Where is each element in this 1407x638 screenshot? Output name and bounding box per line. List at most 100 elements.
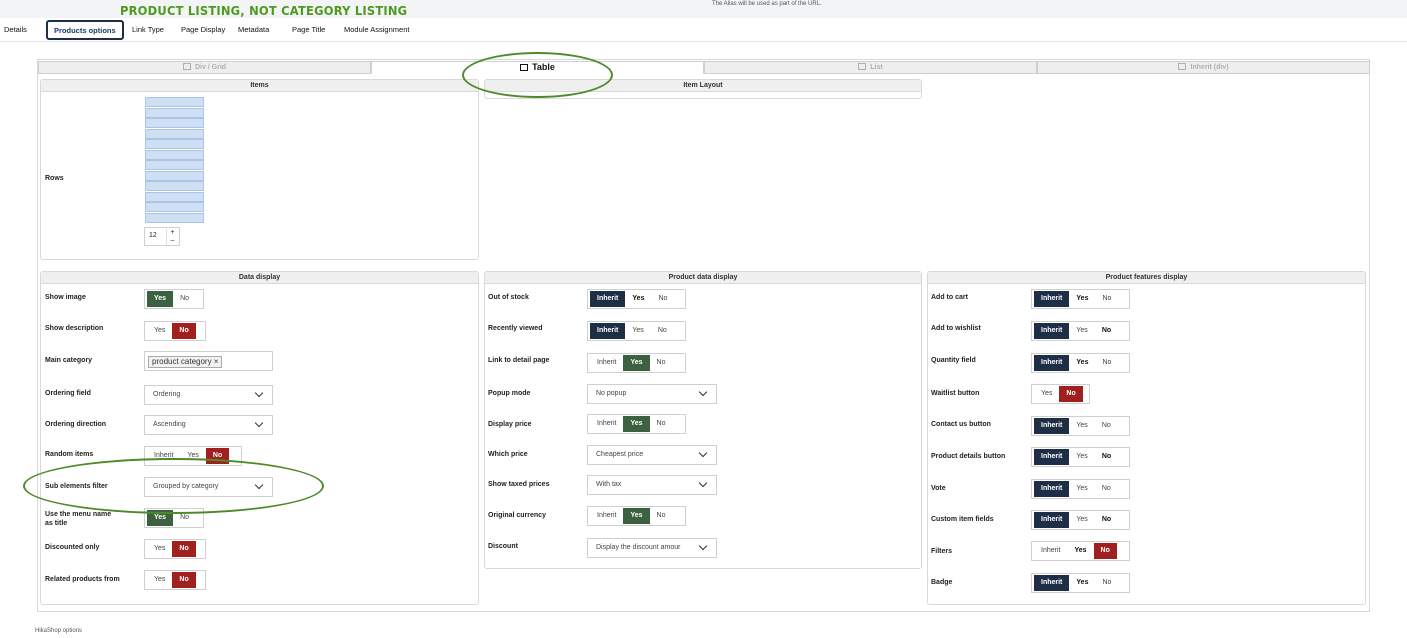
rows-value[interactable]: 12 (149, 232, 157, 239)
which-price-value: Cheapest price (596, 451, 644, 458)
tab-page-display[interactable]: Page Display (181, 25, 225, 34)
grid-row[interactable] (145, 139, 204, 149)
grid-row[interactable] (145, 97, 204, 107)
grid-row[interactable] (145, 107, 204, 118)
yes-option[interactable]: Yes (1034, 386, 1059, 402)
yes-option[interactable]: Yes (623, 416, 650, 432)
no-option[interactable]: No (172, 323, 196, 339)
tab-metadata[interactable]: Metadata (238, 25, 269, 34)
yes-option[interactable]: Yes (625, 323, 650, 339)
no-option[interactable]: No (172, 572, 196, 588)
decrement-button[interactable]: – (166, 237, 178, 245)
no-option[interactable]: No (173, 291, 196, 307)
no-option[interactable]: No (1095, 418, 1118, 434)
yes-option[interactable]: Yes (1069, 575, 1095, 591)
yes-option[interactable]: Yes (625, 291, 651, 307)
no-option[interactable]: No (651, 291, 674, 307)
no-option[interactable]: No (172, 541, 196, 557)
yes-option[interactable]: Yes (1069, 512, 1094, 528)
rows-grid-selector[interactable] (145, 97, 204, 223)
layout-tab-list[interactable]: List (704, 61, 1037, 74)
grid-row[interactable] (145, 170, 204, 181)
inherit-option[interactable]: Inherit (590, 355, 623, 371)
no-option[interactable]: No (1095, 512, 1118, 528)
grid-row[interactable] (145, 118, 204, 128)
inherit-option[interactable]: Inherit (590, 291, 626, 307)
yes-option[interactable]: Yes (1069, 449, 1094, 465)
yes-option[interactable]: Yes (1069, 355, 1095, 371)
no-option[interactable]: No (1095, 355, 1118, 371)
no-option[interactable]: No (1095, 291, 1118, 307)
inherit-option[interactable]: Inherit (1034, 543, 1067, 559)
rows-stepper[interactable]: 12 + – (144, 227, 180, 246)
yes-option[interactable]: Yes (623, 508, 650, 524)
no-option[interactable]: No (651, 323, 674, 339)
yes-option[interactable]: Yes (147, 541, 172, 557)
layout-tab-inherit[interactable]: Inherit (div) (1037, 61, 1370, 74)
grid-row[interactable] (145, 128, 204, 139)
discount-select[interactable]: Display the discount amour (587, 538, 717, 558)
yes-option[interactable]: Yes (147, 291, 174, 307)
yes-option[interactable]: Yes (1067, 543, 1093, 559)
yes-option[interactable]: Yes (1069, 481, 1094, 497)
grid-row[interactable] (145, 212, 204, 223)
yes-option[interactable]: Yes (147, 323, 172, 339)
no-option[interactable]: No (650, 508, 673, 524)
ordering-field-select[interactable]: Ordering (144, 385, 273, 405)
yes-option[interactable]: Yes (1069, 418, 1094, 434)
quantity-field-label: Quantity field (931, 357, 976, 364)
inherit-option[interactable]: Inherit (1034, 291, 1070, 307)
popup-mode-select[interactable]: No popup (587, 384, 717, 404)
no-option[interactable]: No (1095, 449, 1118, 465)
inherit-option[interactable]: Inherit (590, 416, 623, 432)
add-to-cart-label: Add to cart (931, 294, 968, 301)
layout-tab-label: List (870, 64, 883, 71)
footer-note: HikaShop options (35, 628, 83, 634)
show-description-label: Show description (45, 325, 104, 332)
tab-link-type[interactable]: Link Type (132, 25, 164, 34)
no-option[interactable]: No (650, 416, 673, 432)
grid-row[interactable] (145, 202, 204, 212)
grid-row[interactable] (145, 149, 204, 160)
show-image-toggle: Yes No (144, 289, 204, 309)
add-to-cart-toggle: Inherit Yes No (1031, 289, 1130, 309)
link-to-detail-toggle: Inherit Yes No (587, 353, 686, 373)
grid-row[interactable] (145, 181, 204, 191)
no-option[interactable]: No (650, 355, 673, 371)
custom-item-fields-label: Custom item fields (931, 516, 994, 523)
main-category-input[interactable]: product category × (144, 351, 273, 371)
tab-page-title[interactable]: Page Title (292, 25, 325, 34)
inherit-option[interactable]: Inherit (1034, 449, 1070, 465)
grid-row[interactable] (145, 191, 204, 202)
inherit-option[interactable]: Inherit (1034, 323, 1070, 339)
layout-tab-div-grid[interactable]: Div / Grid (38, 61, 371, 74)
inherit-option[interactable]: Inherit (1034, 355, 1070, 371)
inherit-option[interactable]: Inherit (1034, 575, 1070, 591)
increment-button[interactable]: + (166, 229, 178, 237)
tab-products-options[interactable]: Products options (46, 20, 124, 40)
yes-option[interactable]: Yes (623, 355, 650, 371)
yes-option[interactable]: Yes (147, 572, 172, 588)
no-option[interactable]: No (1093, 543, 1117, 559)
inherit-option[interactable]: Inherit (1034, 512, 1070, 528)
no-option[interactable]: No (1095, 481, 1118, 497)
no-option[interactable]: No (1095, 575, 1118, 591)
no-option[interactable]: No (1095, 323, 1118, 339)
contact-us-button-label: Contact us button (931, 421, 991, 428)
inherit-option[interactable]: Inherit (590, 323, 626, 339)
ordering-direction-select[interactable]: Ascending (144, 415, 273, 435)
no-option[interactable]: No (1059, 386, 1083, 402)
which-price-select[interactable]: Cheapest price (587, 445, 717, 465)
inherit-option[interactable]: Inherit (590, 508, 623, 524)
category-tag[interactable]: product category × (148, 356, 223, 368)
inherit-option[interactable]: Inherit (1034, 481, 1070, 497)
yes-option[interactable]: Yes (1069, 291, 1095, 307)
custom-item-fields-toggle: Inherit Yes No (1031, 510, 1130, 530)
show-taxed-prices-select[interactable]: With tax (587, 475, 717, 495)
items-panel-title: Items (41, 80, 478, 92)
grid-row[interactable] (145, 160, 204, 170)
tab-module-assignment[interactable]: Module Assignment (344, 25, 409, 34)
tab-details[interactable]: Details (4, 25, 27, 34)
inherit-option[interactable]: Inherit (1034, 418, 1070, 434)
yes-option[interactable]: Yes (1069, 323, 1094, 339)
